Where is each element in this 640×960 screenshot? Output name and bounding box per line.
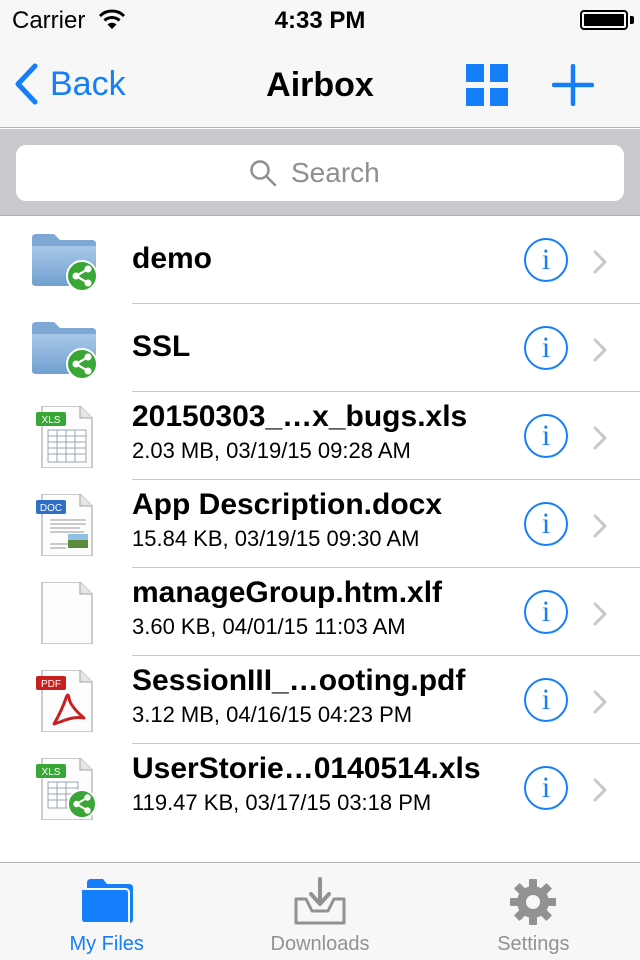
info-button[interactable]: i: [524, 590, 568, 634]
grid-view-button[interactable]: [466, 64, 508, 106]
pdf-file-icon: PDF: [36, 670, 93, 732]
tab-settings[interactable]: Settings: [427, 863, 640, 960]
tab-bar: My Files Downloads Settings: [0, 862, 640, 960]
svg-text:PDF: PDF: [41, 679, 61, 690]
svg-text:DOC: DOC: [40, 503, 62, 514]
tab-label: Settings: [497, 933, 570, 955]
info-button[interactable]: i: [524, 326, 568, 370]
tab-my-files[interactable]: My Files: [0, 863, 213, 960]
file-row-pdf[interactable]: PDF SessionIII_…ooting.pdf 3.12 MB, 04/1…: [0, 656, 640, 744]
info-button[interactable]: i: [524, 238, 568, 282]
file-name: SessionIII_…ooting.pdf: [132, 664, 466, 697]
battery-icon: [580, 10, 628, 30]
file-name: UserStorie…0140514.xls: [132, 752, 481, 785]
file-row-demo[interactable]: demo i: [0, 216, 640, 304]
file-name: 20150303_…x_bugs.xls: [132, 400, 468, 433]
chevron-right-icon: [593, 778, 607, 802]
file-meta: 2.03 MB, 03/19/15 09:28 AM: [132, 438, 411, 463]
chevron-right-icon: [593, 338, 607, 362]
add-button[interactable]: [551, 63, 595, 107]
tab-downloads[interactable]: Downloads: [213, 863, 426, 960]
file-meta: 119.47 KB, 03/17/15 03:18 PM: [132, 790, 432, 815]
file-row-xls[interactable]: XLS 20150303_…x_bugs.xls 2.03 MB, 03/19/…: [0, 392, 640, 480]
shared-folder-icon: [32, 234, 98, 292]
back-button[interactable]: Back: [14, 62, 126, 106]
file-list: demo i SSL i XLS 20150303_…x_bugs.xls 2.…: [0, 216, 640, 832]
file-row-xlf[interactable]: manageGroup.htm.xlf 3.60 KB, 04/01/15 11…: [0, 568, 640, 656]
svg-text:XLS: XLS: [42, 415, 61, 426]
chevron-left-icon: [15, 63, 38, 105]
status-bar: Carrier 4:33 PM: [0, 0, 640, 40]
grid-icon: [466, 64, 484, 82]
file-meta: 15.84 KB, 03/19/15 09:30 AM: [132, 526, 420, 551]
battery-nub: [630, 16, 634, 24]
file-name: App Description.docx: [132, 488, 443, 521]
tab-label: My Files: [69, 933, 144, 955]
svg-text:XLS: XLS: [42, 767, 61, 778]
info-button[interactable]: i: [524, 414, 568, 458]
search-icon: [250, 160, 277, 187]
file-name: SSL: [132, 330, 191, 363]
search-field[interactable]: [16, 145, 624, 201]
info-button[interactable]: i: [524, 502, 568, 546]
chevron-right-icon: [593, 690, 607, 714]
chevron-right-icon: [593, 602, 607, 626]
info-button[interactable]: i: [524, 766, 568, 810]
search-bar: [0, 129, 640, 216]
chevron-right-icon: [593, 514, 607, 538]
file-name: demo: [132, 242, 213, 275]
tab-label: Downloads: [270, 933, 370, 955]
file-row-ssl[interactable]: SSL i: [0, 304, 640, 392]
nav-bar: Back Airbox: [0, 40, 640, 128]
download-tray-icon: [294, 877, 346, 925]
blank-file-icon: [41, 582, 93, 644]
search-input[interactable]: [291, 157, 391, 189]
chevron-right-icon: [593, 250, 607, 274]
file-name: manageGroup.htm.xlf: [132, 576, 443, 609]
chevron-right-icon: [593, 426, 607, 450]
file-row-docx[interactable]: DOC App Description.docx 15.84 KB, 03/19…: [0, 480, 640, 568]
file-row-xls-shared[interactable]: XLS UserStorie…0140514.xls 119.47 KB, 03…: [0, 744, 640, 832]
shared-folder-icon: [32, 322, 98, 380]
clock: 4:33 PM: [274, 7, 366, 34]
file-meta: 3.12 MB, 04/16/15 04:23 PM: [132, 702, 413, 727]
back-label: Back: [50, 64, 126, 103]
xls-file-icon: XLS: [36, 406, 93, 468]
info-button[interactable]: i: [524, 678, 568, 722]
folder-icon: [79, 879, 133, 924]
doc-file-icon: DOC: [36, 494, 93, 556]
plus-icon: [551, 63, 595, 107]
gear-icon: [510, 879, 557, 925]
shared-xls-file-icon: XLS: [36, 758, 97, 820]
file-meta: 3.60 KB, 04/01/15 11:03 AM: [132, 614, 406, 639]
